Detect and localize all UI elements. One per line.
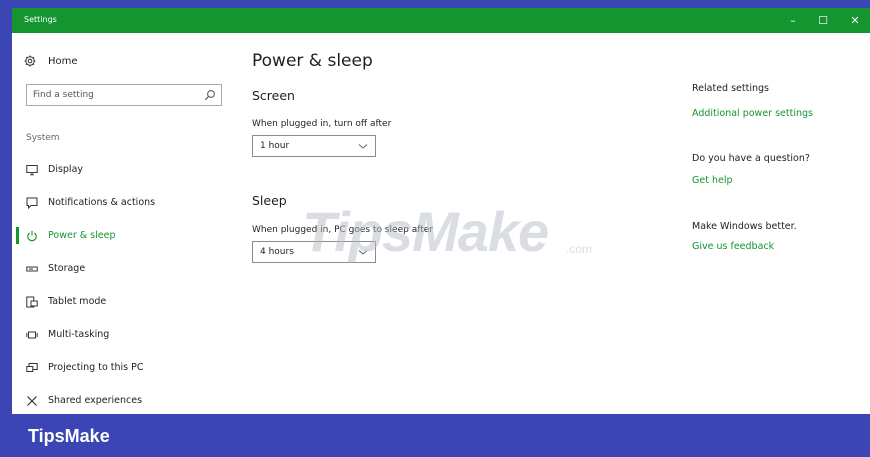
sidebar-item-display[interactable]: Display xyxy=(12,153,242,186)
sidebar-item-tablet-mode[interactable]: Tablet mode xyxy=(12,285,242,318)
sidebar-item-storage[interactable]: Storage xyxy=(12,252,242,285)
sidebar-item-label: Multi-tasking xyxy=(48,329,110,340)
title-bar: Settings – ☐ ✕ xyxy=(12,8,870,33)
storage-icon xyxy=(26,266,38,271)
additional-power-settings-link[interactable]: Additional power settings xyxy=(692,108,813,119)
settings-window: Settings – ☐ ✕ Home System xyxy=(12,8,870,414)
multitasking-icon xyxy=(26,331,38,338)
sleep-timeout-dropdown[interactable]: 4 hours xyxy=(252,241,376,263)
sidebar: Home System Display Notifica xyxy=(12,33,242,414)
section-label-system: System xyxy=(26,133,60,143)
chevron-down-icon xyxy=(358,144,368,149)
screen-timeout-label: When plugged in, turn off after xyxy=(252,119,392,129)
display-icon xyxy=(26,164,38,175)
window-title: Settings xyxy=(24,15,57,24)
sidebar-item-power-sleep[interactable]: Power & sleep xyxy=(12,219,242,252)
sidebar-item-label: Power & sleep xyxy=(48,230,116,241)
gear-icon xyxy=(24,55,36,67)
sidebar-nav: Display Notifications & actions Power & … xyxy=(12,153,242,417)
chevron-down-icon xyxy=(358,250,368,255)
brand-bar: TipsMake xyxy=(0,414,870,457)
sidebar-item-shared-experiences[interactable]: Shared experiences xyxy=(12,384,242,417)
sleep-timeout-value: 4 hours xyxy=(260,247,294,257)
maximize-button[interactable]: ☐ xyxy=(808,8,838,33)
brand-logo-text: TipsMake xyxy=(28,426,110,446)
sidebar-item-label: Notifications & actions xyxy=(48,197,156,208)
make-windows-better-text: Make Windows better. xyxy=(692,221,797,232)
sidebar-item-projecting[interactable]: Projecting to this PC xyxy=(12,351,242,384)
get-help-link[interactable]: Get help xyxy=(692,175,733,186)
search-box[interactable] xyxy=(26,84,222,106)
close-button[interactable]: ✕ xyxy=(840,8,870,33)
question-heading: Do you have a question? xyxy=(692,153,810,164)
give-feedback-link[interactable]: Give us feedback xyxy=(692,241,774,252)
minimize-button[interactable]: – xyxy=(778,8,808,33)
search-input[interactable] xyxy=(33,88,193,102)
screen-timeout-dropdown[interactable]: 1 hour xyxy=(252,135,376,157)
page-title: Power & sleep xyxy=(252,51,373,71)
related-settings-heading: Related settings xyxy=(692,83,769,94)
sidebar-item-label: Storage xyxy=(48,263,86,274)
sidebar-item-label: Shared experiences xyxy=(48,395,143,406)
sidebar-item-label: Tablet mode xyxy=(48,296,107,307)
home-nav[interactable]: Home xyxy=(24,55,78,67)
projecting-icon xyxy=(26,362,38,372)
screen-heading: Screen xyxy=(252,88,295,103)
power-icon xyxy=(27,230,37,241)
tablet-mode-icon xyxy=(26,296,38,307)
main-content: Power & sleep Screen When plugged in, tu… xyxy=(250,33,680,414)
search-icon[interactable] xyxy=(204,89,216,101)
sidebar-item-label: Display xyxy=(48,164,84,175)
sidebar-item-label: Projecting to this PC xyxy=(48,362,144,373)
sleep-timeout-label: When plugged in, PC goes to sleep after xyxy=(252,225,433,235)
sidebar-item-multitasking[interactable]: Multi-tasking xyxy=(12,318,242,351)
shared-experiences-icon xyxy=(27,395,37,406)
sidebar-item-notifications[interactable]: Notifications & actions xyxy=(12,186,242,219)
home-label: Home xyxy=(48,55,78,67)
screen-timeout-value: 1 hour xyxy=(260,141,290,151)
notifications-icon xyxy=(26,197,38,209)
sleep-heading: Sleep xyxy=(252,193,287,208)
